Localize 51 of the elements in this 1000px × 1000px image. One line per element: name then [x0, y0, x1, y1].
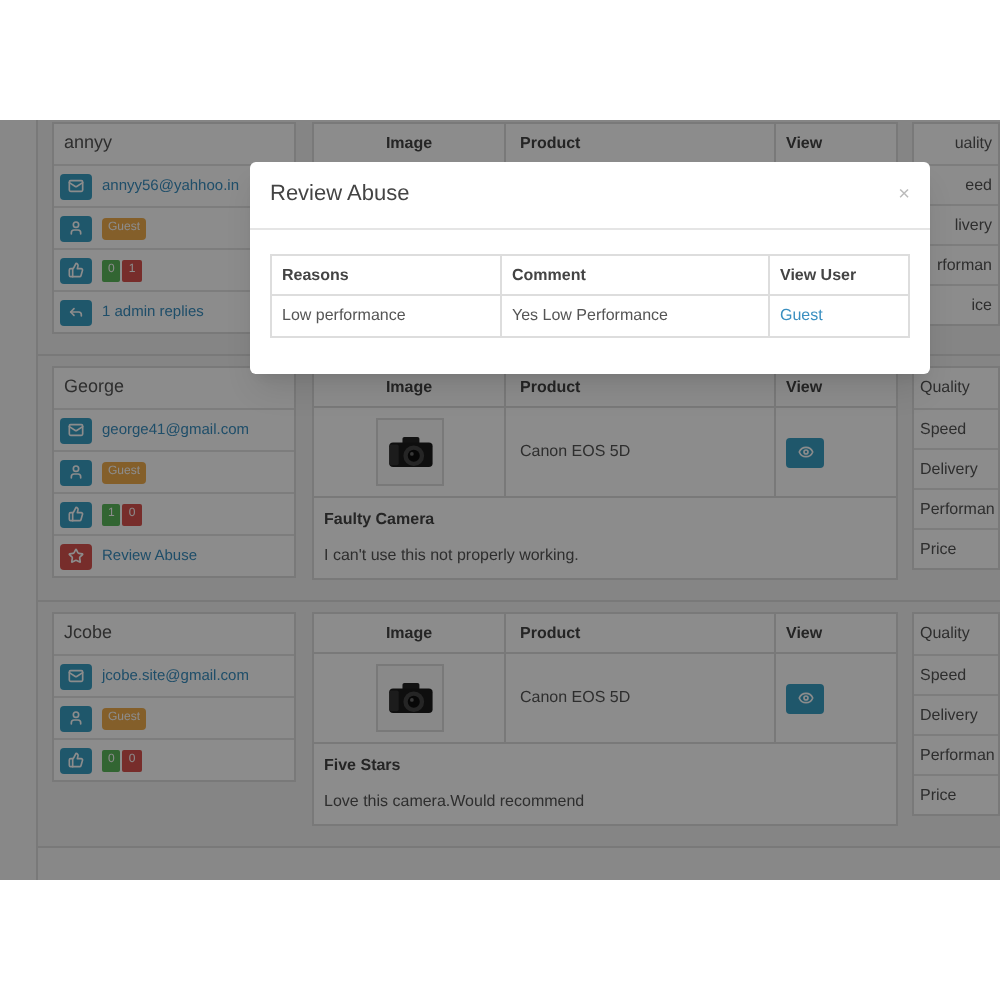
view-button[interactable]: [786, 683, 824, 713]
column-header: Image: [383, 621, 435, 646]
eye-icon: [797, 690, 813, 706]
user-name: George: [62, 374, 127, 401]
user-name: annyy: [62, 130, 115, 157]
user-name: Jcobe: [62, 620, 115, 647]
rating-label: Performan: [920, 497, 995, 521]
thumbs-up-icon[interactable]: [60, 501, 92, 527]
rating-label: Speed: [920, 417, 967, 441]
rating-label: uality: [954, 132, 992, 156]
eye-icon: [797, 444, 813, 460]
column-header: Product: [504, 614, 774, 652]
rating-label: Quality: [920, 376, 970, 400]
user-icon[interactable]: [60, 459, 92, 485]
rating-label: eed: [965, 173, 992, 197]
thumbs-up-icon[interactable]: [60, 747, 92, 773]
rating-label: Quality: [920, 622, 970, 646]
reason-cell-text: Low performance: [280, 304, 408, 328]
user-icon[interactable]: [60, 705, 92, 731]
modal-title: Review Abuse: [270, 180, 410, 211]
column-header: Comment: [500, 256, 768, 294]
review-text: I can't use this not properly working.: [324, 544, 581, 568]
envelope-icon[interactable]: [60, 173, 92, 199]
envelope-icon[interactable]: [60, 417, 92, 443]
rating-label: ice: [971, 293, 992, 317]
product-name: Canon EOS 5D: [520, 440, 631, 464]
reply-icon[interactable]: [60, 299, 92, 325]
user-link[interactable]: Guest: [780, 304, 823, 328]
close-button[interactable]: ×: [898, 180, 910, 210]
envelope-icon[interactable]: [60, 663, 92, 689]
view-button[interactable]: [786, 437, 824, 467]
rating-label: rforman: [936, 253, 992, 277]
rating-label: Delivery: [920, 457, 978, 481]
rating-label: livery: [954, 213, 992, 237]
column-header: Image: [383, 375, 435, 400]
column-header: Image: [383, 131, 435, 156]
column-header: View: [774, 614, 896, 652]
rating-label: Price: [920, 537, 957, 561]
rating-label: Price: [920, 783, 957, 807]
review-title: Five Stars: [324, 754, 403, 778]
column-header: View User: [768, 256, 908, 294]
comment-cell: Yes Low Performance: [500, 296, 768, 336]
rating-label: Delivery: [920, 703, 978, 727]
review-text: Love this camera.Would recommend: [324, 790, 587, 814]
rating-label: Speed: [920, 663, 967, 687]
column-header: Reasons: [280, 263, 351, 287]
user-icon[interactable]: [60, 215, 92, 241]
review-title: Faulty Camera: [324, 508, 437, 532]
thumbs-up-icon[interactable]: [60, 257, 92, 283]
product-name: Canon EOS 5D: [520, 686, 631, 710]
rating-label: Performan: [920, 743, 995, 767]
